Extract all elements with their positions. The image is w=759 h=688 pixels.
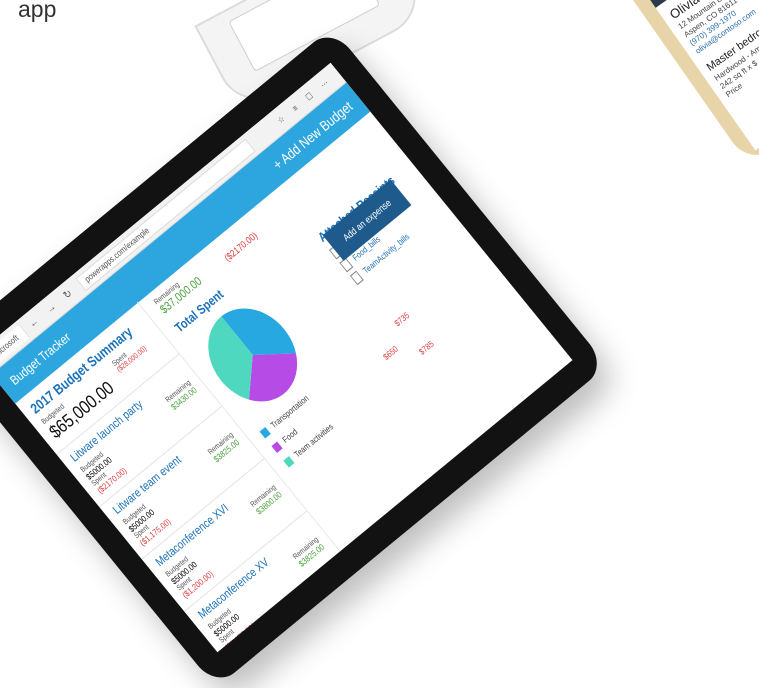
phone-device: Olivia Gill 12 Mountain Loop Road Aspen,…	[612, 0, 759, 167]
legend-amount: $650	[381, 344, 401, 363]
app-content: 2017 Budget Summary Budgeted $65,000.00 …	[14, 111, 573, 653]
legend-swatch	[282, 455, 295, 468]
caption-text: app	[18, 0, 57, 22]
document-icon	[339, 257, 354, 273]
legend-amount: $785	[417, 338, 436, 357]
legend-swatch	[271, 441, 283, 453]
legend-amount: $735	[392, 310, 412, 329]
tablet-device: Microsoft ← → ↻ powerapps.com/example ☆ …	[0, 27, 608, 688]
legend-swatch	[259, 426, 271, 439]
legend-label: Food	[280, 426, 300, 445]
document-icon	[349, 270, 364, 286]
tablet-screen: Microsoft ← → ↻ powerapps.com/example ☆ …	[0, 62, 573, 653]
phone-screen: Olivia Gill 12 Mountain Loop Road Aspen,…	[640, 0, 759, 151]
